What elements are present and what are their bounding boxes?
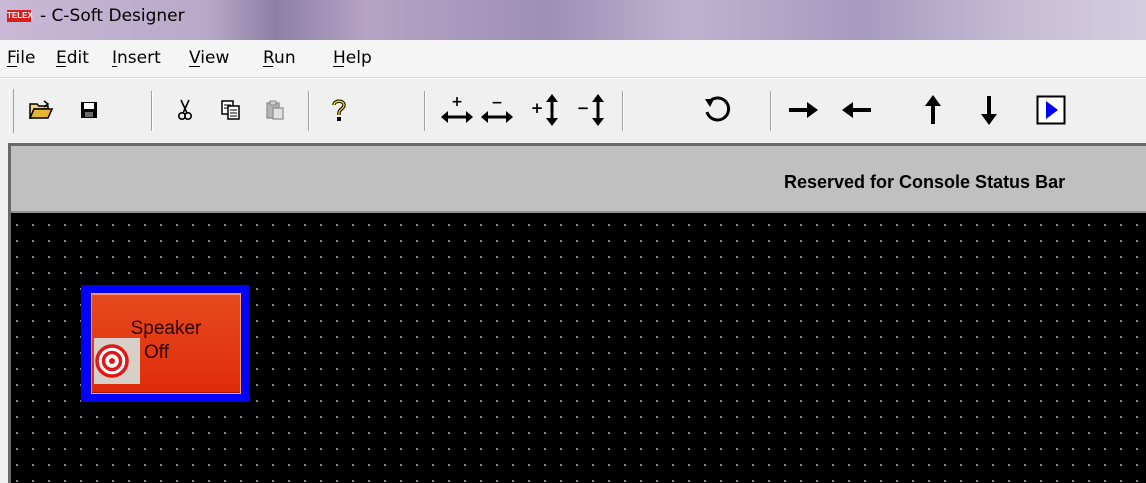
move-left-icon <box>842 102 871 118</box>
menu-help[interactable]: Help <box>333 48 372 68</box>
save-button[interactable] <box>72 91 106 129</box>
decrease-height-button[interactable]: − <box>576 91 610 129</box>
undo-icon <box>705 96 731 122</box>
move-up-button[interactable] <box>916 91 950 129</box>
speaker-off-button[interactable]: Speaker Off <box>91 293 241 394</box>
menu-view[interactable]: View <box>189 48 229 68</box>
toolbar: + − + − <box>0 78 1146 143</box>
menu-file[interactable]: File <box>7 48 35 68</box>
move-right-icon <box>789 102 818 118</box>
menu-run[interactable]: Run <box>263 48 296 68</box>
help-button[interactable] <box>322 91 356 129</box>
toolbar-grip[interactable] <box>9 89 14 133</box>
increase-width-button[interactable]: + <box>440 91 474 129</box>
move-up-icon <box>925 95 941 124</box>
menu-insert[interactable]: Insert <box>112 48 161 68</box>
telex-app-icon[interactable]: TELEX <box>7 10 33 22</box>
move-down-icon <box>981 96 997 125</box>
speaker-button-label-line1: Speaker <box>130 318 202 339</box>
move-right-button[interactable] <box>786 91 820 129</box>
toolbar-separator <box>622 91 624 131</box>
increase-width-glyph: + <box>451 94 463 110</box>
paste-icon <box>266 100 284 120</box>
increase-height-icon: + <box>531 94 558 126</box>
undo-button[interactable] <box>700 91 734 129</box>
selected-button-frame[interactable]: Speaker Off <box>81 285 249 402</box>
menu-edit[interactable]: Edit <box>56 48 89 68</box>
console-status-bar-placeholder: Reserved for Console Status Bar <box>11 146 1146 213</box>
toolbar-separator <box>424 91 426 131</box>
design-grid[interactable]: Speaker Off <box>11 213 1146 483</box>
help-icon <box>332 99 346 121</box>
window-title: - C-Soft Designer <box>40 6 185 26</box>
status-banner-text: Reserved for Console Status Bar <box>784 172 1066 192</box>
copy-button[interactable] <box>214 91 248 129</box>
title-bar: TELEX - C-Soft Designer <box>0 0 1146 40</box>
increase-height-glyph: + <box>531 99 544 117</box>
save-icon <box>81 102 97 118</box>
increase-width-icon: + <box>441 94 473 123</box>
cut-icon <box>177 99 193 121</box>
decrease-width-button[interactable]: − <box>480 91 514 129</box>
design-canvas[interactable]: Reserved for Console Status Bar Speaker … <box>8 143 1146 483</box>
open-button[interactable] <box>24 91 58 129</box>
run-button[interactable] <box>1034 91 1068 129</box>
move-down-button[interactable] <box>972 91 1006 129</box>
move-left-button[interactable] <box>840 91 874 129</box>
target-icon <box>94 338 140 384</box>
increase-height-button[interactable]: + <box>530 91 564 129</box>
toolbar-separator <box>151 91 153 131</box>
speaker-button-label-line2: Off <box>144 342 169 363</box>
paste-button[interactable] <box>258 91 292 129</box>
decrease-width-glyph: − <box>491 95 503 111</box>
toolbar-separator <box>770 91 772 131</box>
open-folder-icon <box>29 100 53 119</box>
run-icon <box>1036 95 1066 125</box>
decrease-width-icon: − <box>481 95 513 123</box>
decrease-height-glyph: − <box>577 99 590 117</box>
cut-button[interactable] <box>168 91 202 129</box>
copy-icon <box>221 100 240 120</box>
toolbar-separator <box>308 91 310 131</box>
menu-bar: File Edit Insert View Run Help <box>0 40 1146 78</box>
decrease-height-icon: − <box>577 94 604 126</box>
